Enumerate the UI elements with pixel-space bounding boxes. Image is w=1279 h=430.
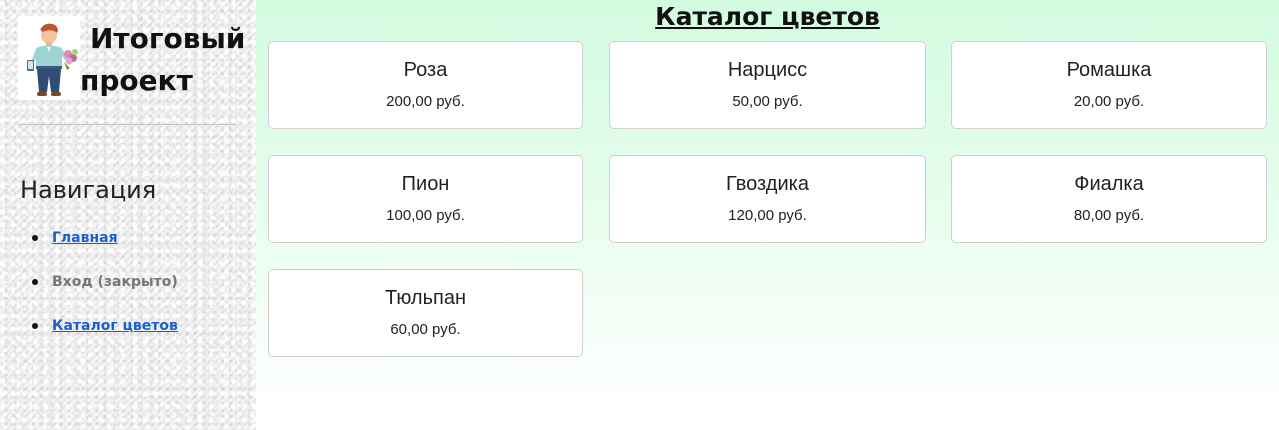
product-card[interactable]: Пион 100,00 руб. [268,155,583,243]
product-card[interactable]: Гвоздика 120,00 руб. [609,155,926,243]
product-card[interactable]: Тюльпан 60,00 руб. [268,269,583,357]
product-price: 50,00 руб. [732,93,803,110]
bullet-icon [32,235,38,241]
title-wrap: Каталог цветов [256,0,1279,40]
page: Итоговый проект Навигация Главная Вход (… [0,0,1279,430]
nav-item-catalog: Каталог цветов [0,314,178,358]
product-name: Фиалка [1074,173,1144,195]
product-card[interactable]: Ромашка 20,00 руб. [951,41,1267,129]
product-name: Тюльпан [385,287,466,309]
nav-item-login: Вход (закрыто) [0,270,178,314]
product-card[interactable]: Фиалка 80,00 руб. [951,155,1267,243]
nav-item-login-disabled: Вход (закрыто) [52,274,178,290]
product-price: 200,00 руб. [386,93,465,110]
brand-title: Итоговый проект [80,18,246,102]
product-name: Пион [401,173,450,195]
product-price: 120,00 руб. [728,207,807,224]
product-price: 20,00 руб. [1073,93,1145,110]
sidebar-divider [18,124,236,125]
sidebar: Итоговый проект Навигация Главная Вход (… [0,0,256,430]
florist-avatar-icon [18,16,80,100]
nav-heading: Навигация [20,176,157,204]
bullet-icon [32,279,38,285]
product-name: Гвоздика [726,173,809,195]
brand: Итоговый проект [18,16,246,106]
nav-link-home[interactable]: Главная [52,230,118,246]
brand-title-line2: проект [80,64,193,97]
nav-item-home: Главная [0,226,178,270]
product-name: Нарцисс [727,59,808,81]
main-content: Каталог цветов Роза 200,00 руб. Нарцисс … [256,0,1279,430]
product-price: 80,00 руб. [1073,207,1145,224]
product-price: 60,00 руб. [390,321,461,338]
product-price: 100,00 руб. [386,207,465,224]
product-card[interactable]: Роза 200,00 руб. [268,41,583,129]
product-card[interactable]: Нарцисс 50,00 руб. [609,41,926,129]
brand-title-line1: Итоговый [90,22,246,55]
nav-list: Главная Вход (закрыто) Каталог цветов [0,226,178,358]
bullet-icon [32,323,38,329]
product-name: Ромашка [1066,59,1152,81]
nav-link-catalog[interactable]: Каталог цветов [52,318,178,334]
product-name: Роза [403,59,448,81]
page-title: Каталог цветов [655,2,880,31]
